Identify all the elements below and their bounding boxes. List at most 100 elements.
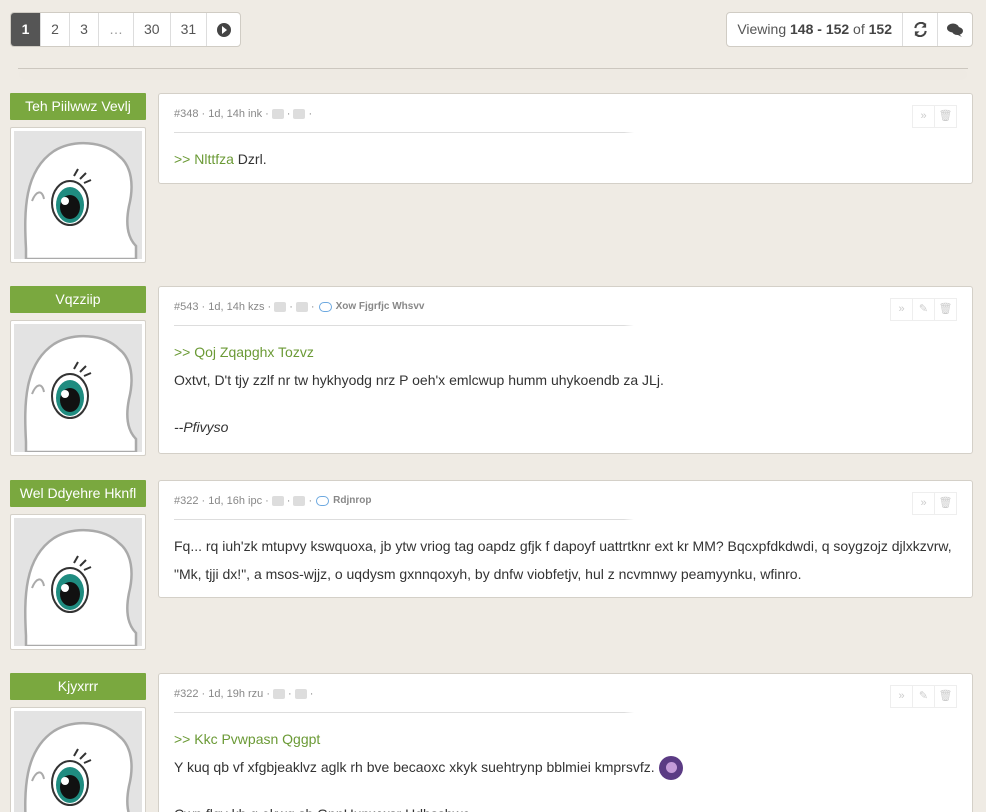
post-tools: » ✎ 🗑 bbox=[890, 685, 957, 708]
comments-button[interactable] bbox=[937, 13, 972, 46]
post-text-line: Cwp flqv kb g ekwg sb GppHupwwsr Hdbssbw… bbox=[174, 800, 957, 812]
post: Wel Ddyehre Hknfl #322 · 1d, 16h ipc · ·… bbox=[10, 480, 973, 655]
page-1-button[interactable]: 1 bbox=[11, 13, 40, 46]
post-text-line: Y kuq qb vf xfgbjeaklvz aglk rh bve beca… bbox=[174, 759, 655, 775]
post-tools: » ✎ 🗑 bbox=[890, 298, 957, 321]
comments-icon bbox=[947, 23, 963, 37]
delete-button[interactable]: 🗑 bbox=[934, 685, 957, 708]
page-31-button[interactable]: 31 bbox=[169, 13, 207, 46]
post-quote-link[interactable]: >> Kkc Pvwpasn Qggpt bbox=[174, 725, 957, 753]
viewing-range-bar: Viewing 148 - 152 of 152 bbox=[726, 12, 973, 47]
post-content: >> Qoj Zqapghx Tozvz Oxtvt, D't tjy zzlf… bbox=[174, 338, 957, 441]
speech-bubble-icon bbox=[316, 496, 330, 506]
thumbs-up-icon[interactable] bbox=[274, 302, 287, 312]
thumbs-up-icon[interactable] bbox=[271, 496, 284, 506]
author-name-badge[interactable]: Kjyxrrr bbox=[10, 673, 146, 700]
post-meta: #348 · 1d, 14h ink · · · bbox=[174, 106, 313, 122]
refresh-button[interactable] bbox=[902, 13, 937, 46]
post-content: >> Kkc Pvwpasn Qggpt Y kuq qb vf xfgbjea… bbox=[174, 725, 957, 812]
pony-avatar-icon bbox=[24, 528, 138, 648]
refresh-icon bbox=[913, 22, 927, 37]
post: Teh Piilwwz Vevlj #348 · 1d, 14h ink · ·… bbox=[10, 93, 973, 268]
pony-avatar-icon bbox=[24, 141, 138, 261]
trash-icon: 🗑 bbox=[938, 690, 953, 702]
thumbs-down-icon[interactable] bbox=[293, 109, 306, 119]
post-meta-divider bbox=[174, 519, 957, 520]
pencil-icon: ✎ bbox=[918, 690, 929, 702]
viewing-of: of bbox=[849, 21, 869, 37]
viewing-range-text: Viewing 148 - 152 of 152 bbox=[727, 13, 902, 46]
reply-to-link[interactable]: Rdjnrop bbox=[333, 493, 371, 509]
post-signature: --Pfivyso bbox=[174, 419, 229, 435]
post-text-line: Oxtvt, D't tjy zzlf nr tw hykhyodg nrz P… bbox=[174, 372, 664, 388]
pony-avatar-icon bbox=[24, 721, 133, 812]
page-3-button[interactable]: 3 bbox=[69, 13, 98, 46]
post-quote-link[interactable]: >> Qoj Zqapghx Tozvz bbox=[174, 338, 957, 366]
post-body: #322 · 1d, 19h rzu · · · >> Kkc Pvwpasn Q… bbox=[158, 673, 973, 812]
edit-button[interactable]: ✎ bbox=[912, 298, 935, 321]
delete-button[interactable]: 🗑 bbox=[934, 492, 957, 515]
post-body: #348 · 1d, 14h ink · · · >> Nlttfza Dzrl.… bbox=[158, 93, 973, 184]
twilight-emoji-icon bbox=[658, 756, 683, 781]
author-name-badge[interactable]: Vqzziip bbox=[10, 286, 146, 313]
post-text-line: Fq... rq iuh'zk mtupvy kswquoxa, jb ytw … bbox=[174, 538, 952, 582]
avatar bbox=[10, 320, 146, 456]
post-content: >> Nlttfza Dzrl. bbox=[174, 145, 957, 173]
viewing-label: Viewing bbox=[737, 21, 790, 37]
pony-avatar-icon bbox=[24, 334, 138, 454]
post-meta-divider bbox=[174, 325, 957, 326]
post-meta-text[interactable]: #543 · 1d, 14h kzs · bbox=[174, 299, 271, 315]
thumbs-up-icon[interactable] bbox=[273, 689, 286, 699]
thumbs-down-icon[interactable] bbox=[293, 496, 306, 506]
header-divider bbox=[18, 68, 968, 69]
delete-button[interactable]: 🗑 bbox=[934, 298, 957, 321]
post-meta-divider bbox=[174, 132, 957, 133]
viewing-sep: - bbox=[813, 21, 826, 37]
thumbs-up-icon[interactable] bbox=[271, 109, 284, 119]
circle-arrow-right-icon bbox=[216, 22, 231, 37]
page-ellipsis: … bbox=[98, 13, 133, 46]
post-meta-text[interactable]: #348 · 1d, 14h ink · bbox=[174, 106, 269, 122]
reply-to-link[interactable]: Xow Fjgrfjc Whsvv bbox=[336, 299, 425, 315]
post-meta: #322 · 1d, 19h rzu · · · bbox=[174, 686, 314, 702]
post-meta-text[interactable]: #322 · 1d, 19h rzu · bbox=[174, 686, 270, 702]
post: Vqzziip #543 · 1d, 14h kzs · · · Xow Fjgr… bbox=[10, 286, 973, 461]
post-meta-divider bbox=[174, 712, 957, 713]
viewing-to: 152 bbox=[825, 21, 850, 37]
thumbs-down-icon[interactable] bbox=[294, 689, 307, 699]
author-name-badge[interactable]: Teh Piilwwz Vevlj bbox=[10, 93, 146, 120]
post-tools: » 🗑 bbox=[912, 105, 957, 128]
page-30-button[interactable]: 30 bbox=[133, 13, 170, 46]
speech-bubble-icon bbox=[318, 302, 332, 312]
post: Kjyxrrr #322 · 1d, 19h rzu · · · >> Kkc P… bbox=[10, 673, 973, 812]
reply-button[interactable]: » bbox=[890, 685, 913, 708]
page-2-button[interactable]: 2 bbox=[40, 13, 69, 46]
edit-button[interactable]: ✎ bbox=[912, 685, 935, 708]
avatar bbox=[10, 127, 146, 263]
pagination: 1 2 3 … 30 31 bbox=[10, 12, 242, 47]
delete-button[interactable]: 🗑 bbox=[934, 105, 957, 128]
post-quote-tail: Dzrl. bbox=[233, 151, 267, 167]
post-quote-link[interactable]: >> Nlttfza bbox=[174, 151, 234, 167]
viewing-total: 152 bbox=[868, 21, 892, 37]
next-page-button[interactable] bbox=[206, 13, 240, 46]
trash-icon: 🗑 bbox=[938, 303, 953, 315]
post-meta: #543 · 1d, 14h kzs · · · Xow Fjgrfjc Whsv… bbox=[174, 299, 425, 315]
reply-button[interactable]: » bbox=[912, 105, 935, 128]
post-meta: #322 · 1d, 16h ipc · · · Rdjnrop bbox=[174, 493, 372, 509]
reply-button[interactable]: » bbox=[912, 492, 935, 515]
post-content: Fq... rq iuh'zk mtupvy kswquoxa, jb ytw … bbox=[174, 532, 957, 588]
post-body: #543 · 1d, 14h kzs · · · Xow Fjgrfjc Whsv… bbox=[158, 286, 973, 454]
post-body: #322 · 1d, 16h ipc · · · Rdjnrop Fq... rq… bbox=[158, 480, 973, 598]
trash-icon: 🗑 bbox=[938, 497, 953, 509]
post-meta-text[interactable]: #322 · 1d, 16h ipc · bbox=[174, 493, 269, 509]
avatar bbox=[10, 514, 146, 650]
post-tools: » 🗑 bbox=[912, 492, 957, 515]
viewing-from: 148 bbox=[790, 21, 814, 37]
trash-icon: 🗑 bbox=[938, 110, 953, 122]
reply-button[interactable]: » bbox=[890, 298, 913, 321]
author-name-badge[interactable]: Wel Ddyehre Hknfl bbox=[10, 480, 146, 507]
pencil-icon: ✎ bbox=[918, 303, 929, 315]
thumbs-down-icon[interactable] bbox=[295, 302, 308, 312]
avatar bbox=[10, 707, 146, 812]
